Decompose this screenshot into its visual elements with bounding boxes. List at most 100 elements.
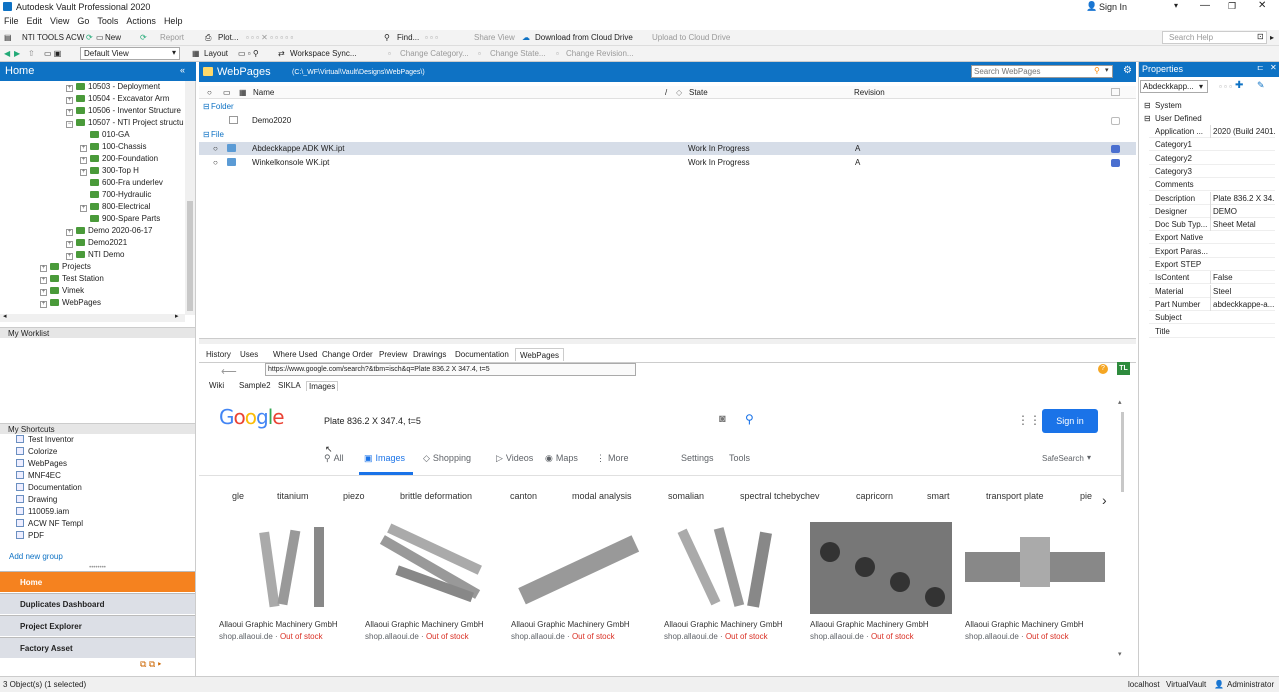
pane-options-icons[interactable]: ⧉ ⧉ ▸ xyxy=(140,659,161,670)
property-row[interactable]: Title xyxy=(1149,325,1275,338)
nti-tools-button[interactable]: NTI TOOLS ACW xyxy=(22,32,84,44)
back-arrow-icon[interactable]: ⟵ xyxy=(221,365,237,378)
result-image[interactable] xyxy=(511,522,645,614)
safesearch-link[interactable]: SafeSearch xyxy=(1042,454,1084,463)
related-chip[interactable]: gle xyxy=(232,491,244,501)
scroll-down-icon[interactable]: ▾ xyxy=(1118,650,1122,658)
upload-cloud-button[interactable]: Upload to Cloud Drive xyxy=(652,32,730,44)
folder-row[interactable]: Demo2020 xyxy=(199,114,1136,127)
nav-home[interactable]: Home xyxy=(0,571,195,592)
chevron-down-icon[interactable]: ▾ xyxy=(1199,81,1203,92)
google-sign-in-button[interactable]: Sign in xyxy=(1042,409,1098,433)
menu-file[interactable]: File xyxy=(0,15,23,27)
workspace-sync-button[interactable]: Workspace Sync... xyxy=(290,48,357,60)
property-row[interactable]: Designer DEMO xyxy=(1149,204,1275,218)
property-row[interactable]: Description Plate 836.2 X 34... xyxy=(1149,191,1275,205)
result-image[interactable] xyxy=(810,522,952,614)
gtab-images[interactable]: ▣ Images xyxy=(364,453,405,464)
search-icon[interactable]: ⚲ xyxy=(745,412,754,426)
expand-icon[interactable]: + xyxy=(80,169,87,176)
tree-item[interactable]: +700-Hydraulic xyxy=(80,190,151,200)
related-chip[interactable]: smart xyxy=(927,491,950,501)
find-button[interactable]: Find... xyxy=(397,32,419,44)
add-icon[interactable]: ✚ xyxy=(1235,80,1243,91)
scroll-left-icon[interactable]: ◂ xyxy=(3,312,7,320)
result-title[interactable]: Allaoui Graphic Machinery GmbH xyxy=(219,620,338,629)
search-help-input[interactable]: Search Help xyxy=(1169,33,1213,42)
result-title[interactable]: Allaoui Graphic Machinery GmbH xyxy=(810,620,929,629)
column-revision[interactable]: Revision xyxy=(854,86,885,99)
download-cloud-button[interactable]: Download from Cloud Drive xyxy=(535,32,633,44)
related-chip[interactable]: spectral tchebychev xyxy=(740,491,820,501)
scroll-thumb[interactable] xyxy=(1121,412,1124,492)
worklist-header[interactable]: My Worklist xyxy=(0,327,195,338)
tools-link[interactable]: Tools xyxy=(729,453,750,463)
checkbox-icon[interactable]: ○ xyxy=(213,142,218,155)
collapse-group-icon[interactable]: ⊟ xyxy=(203,100,210,113)
tree-item[interactable]: +10503 - Deployment xyxy=(66,82,160,92)
expand-icon[interactable]: + xyxy=(80,145,87,152)
property-row[interactable]: Export STEP xyxy=(1149,258,1275,271)
checkbox-icon[interactable]: ○ xyxy=(213,156,218,169)
related-chip[interactable]: capricorn xyxy=(856,491,893,501)
related-chip[interactable]: modal analysis xyxy=(572,491,632,501)
report-button[interactable]: Report xyxy=(160,32,184,44)
group-header-file[interactable]: ⊟ File xyxy=(199,128,1136,141)
toolbar-icons[interactable]: ▭ ▣ xyxy=(44,48,61,60)
result-title[interactable]: Allaoui Graphic Machinery GmbH xyxy=(965,620,1084,629)
plot-icon[interactable]: ⎙ xyxy=(205,32,211,44)
add-group-link[interactable]: Add new group xyxy=(9,552,63,561)
property-value[interactable]: Plate 836.2 X 34... xyxy=(1210,191,1275,205)
tree-item[interactable]: +10504 - Excavator Arm xyxy=(66,94,169,104)
close-icon[interactable]: ✕ xyxy=(1270,63,1277,72)
folder-icon[interactable]: ▭ xyxy=(96,32,104,44)
google-search-query[interactable]: Plate 836.2 X 347.4, t=5 xyxy=(324,416,421,426)
tree-item[interactable]: +300-Top H xyxy=(80,166,139,176)
restore-icon[interactable]: ❐ xyxy=(1228,1,1236,12)
close-icon[interactable]: ✕ xyxy=(1258,0,1266,11)
checkbox-icon[interactable]: ○ xyxy=(207,86,212,99)
tree-item[interactable]: + Projects xyxy=(40,262,91,272)
chevron-down-icon[interactable]: ▾ xyxy=(172,48,176,57)
file-row[interactable]: ○ Abdeckkappe ADK WK.ipt Work In Progress A xyxy=(199,142,1136,155)
result-image[interactable] xyxy=(365,522,495,614)
group-header-folder[interactable]: ⊟ Folder xyxy=(199,100,1136,113)
related-chip[interactable]: canton xyxy=(510,491,537,501)
tab-drawings[interactable]: Drawings xyxy=(409,348,450,361)
settings-link[interactable]: Settings xyxy=(681,453,714,463)
menu-help[interactable]: Help xyxy=(160,15,187,27)
collapse-group-icon[interactable]: ⊟ xyxy=(203,128,210,141)
file-name[interactable]: Winkelkonsole WK.ipt xyxy=(252,156,329,169)
plot-button[interactable]: Plot... xyxy=(218,32,238,44)
apps-grid-icon[interactable]: ⋮⋮ xyxy=(1017,413,1041,427)
property-value[interactable]: Steel xyxy=(1210,284,1275,298)
related-chip[interactable]: titanium xyxy=(277,491,309,501)
expand-icon[interactable]: + xyxy=(40,265,47,272)
property-toolbar-icons[interactable]: ▫ ▫ ▫ xyxy=(1219,82,1232,91)
refresh-icon[interactable]: ⟳ xyxy=(140,32,147,44)
expand-icon[interactable]: + xyxy=(40,277,47,284)
property-row[interactable]: Category2 xyxy=(1149,152,1275,165)
layout-button[interactable]: Layout xyxy=(204,48,228,60)
change-category-button[interactable]: Change Category... xyxy=(400,48,469,60)
result-image[interactable] xyxy=(664,522,782,614)
tab-history[interactable]: History xyxy=(202,348,235,361)
property-row[interactable]: Application ... 2020 (Build 2401... xyxy=(1149,125,1275,138)
search-icon[interactable]: ⚲ xyxy=(1094,66,1100,75)
property-value[interactable]: Sheet Metal xyxy=(1210,218,1275,232)
search-box[interactable]: ⚲ ▾ xyxy=(971,65,1113,78)
nav-duplicates-dashboard[interactable]: Duplicates Dashboard xyxy=(0,593,195,614)
up-icon[interactable]: ⇧ xyxy=(28,48,35,60)
gtab-all[interactable]: ⚲ All xyxy=(324,453,344,464)
result-image[interactable] xyxy=(965,522,1105,614)
expand-icon[interactable]: + xyxy=(66,85,73,92)
new-button[interactable]: New xyxy=(105,32,121,44)
refresh-icon[interactable]: ⟳ xyxy=(86,32,93,44)
properties-selector[interactable]: Abdeckkapp... ▾ xyxy=(1140,80,1208,93)
camera-icon[interactable]: ◙ xyxy=(719,413,726,425)
toolbar-icon[interactable]: ▤ xyxy=(4,32,12,44)
sign-in-button[interactable]: Sign In xyxy=(1099,2,1127,12)
property-row[interactable]: Part Number abdeckkappe-a... xyxy=(1149,297,1275,311)
tl-badge[interactable]: TL xyxy=(1117,362,1130,375)
expand-icon[interactable]: + xyxy=(66,109,73,116)
